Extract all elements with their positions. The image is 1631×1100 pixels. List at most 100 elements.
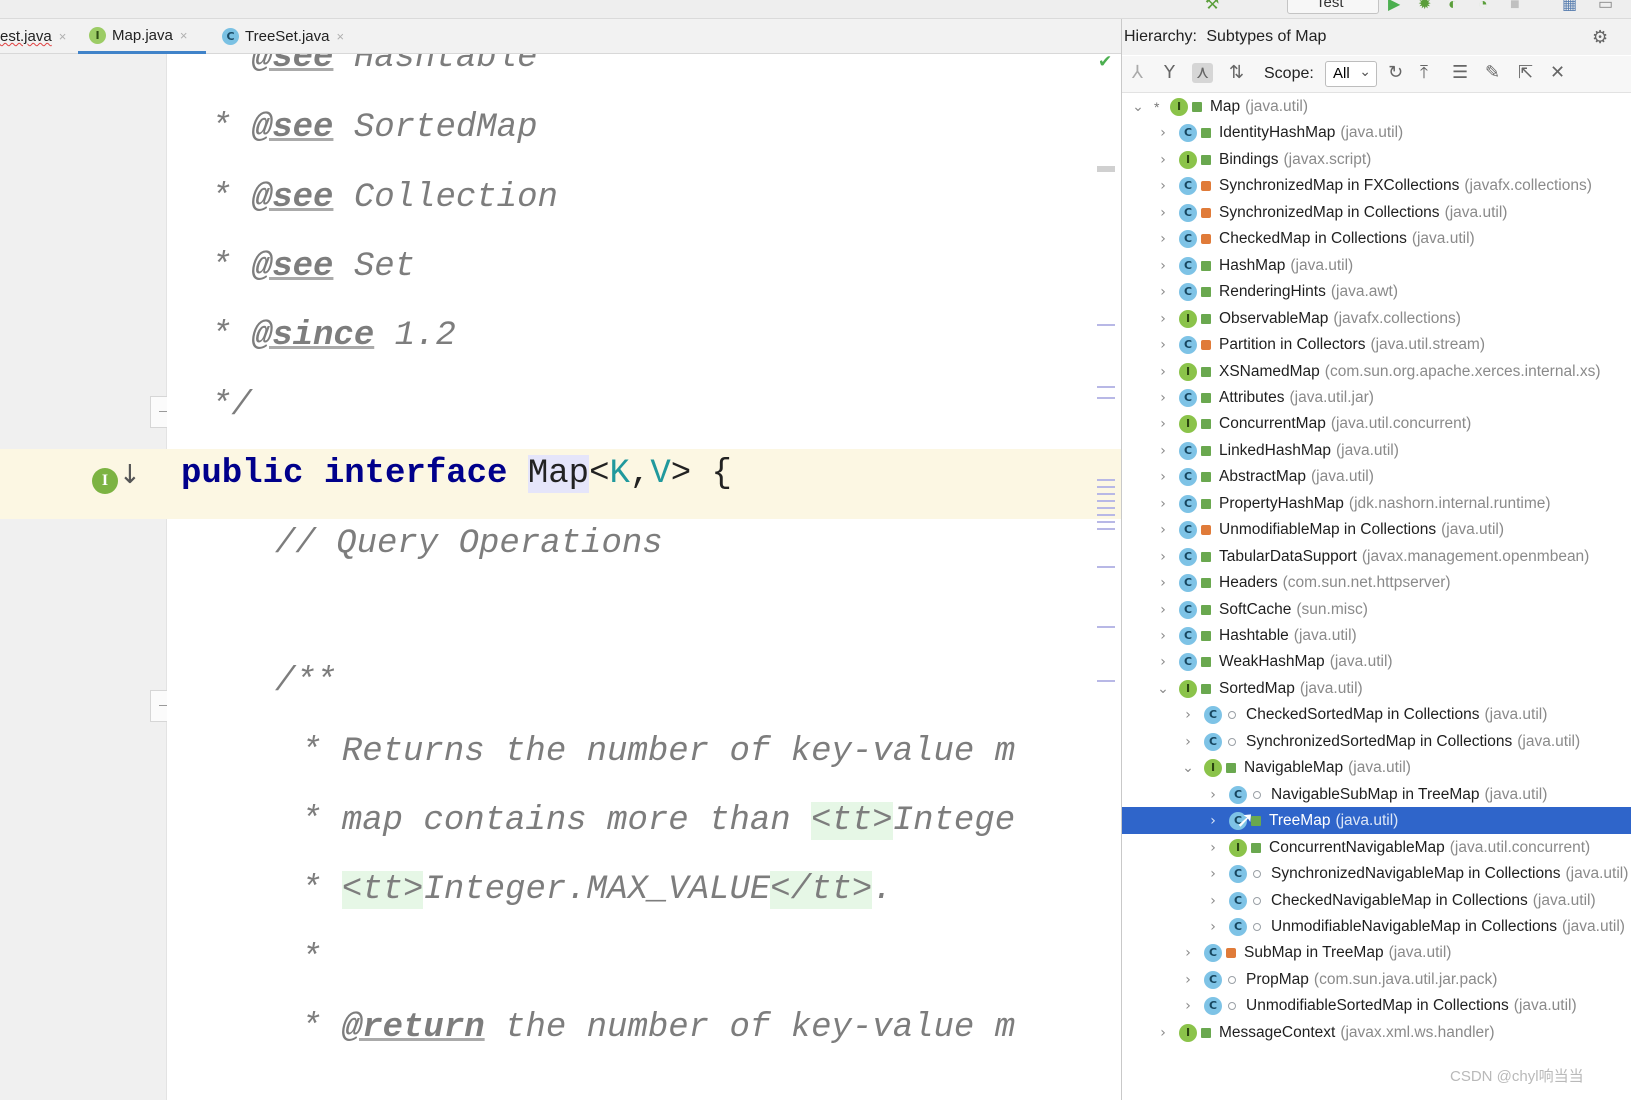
expand-arrow-icon[interactable]: › <box>1180 998 1196 1014</box>
tab-close-icon[interactable]: × <box>337 29 345 44</box>
expand-arrow-icon[interactable]: › <box>1155 231 1171 247</box>
error-stripe-mark[interactable] <box>1097 493 1115 495</box>
expand-arrow-icon[interactable]: › <box>1155 284 1171 300</box>
tab-map-java[interactable]: I Map.java × <box>78 19 206 54</box>
build-hammer-icon[interactable]: ⚒ <box>1205 0 1219 14</box>
expand-arrow-icon[interactable]: › <box>1180 945 1196 961</box>
subtypes-icon[interactable]: ⋏ <box>1192 63 1214 83</box>
scope-select[interactable]: All <box>1325 59 1377 87</box>
tree-row[interactable]: › C CheckedMap in Collections (java.util) <box>1122 225 1631 252</box>
tree-row[interactable]: › C CheckedNavigableMap in Collections (jav… <box>1122 887 1631 914</box>
supertypes-icon[interactable]: Y <box>1164 63 1175 83</box>
tree-row[interactable]: › C SynchronizedMap in FXCollections (javaf… <box>1122 172 1631 199</box>
tree-row[interactable]: › C Partition in Collectors (java.util.stre… <box>1122 331 1631 358</box>
sort-alphabetically-icon[interactable]: ⇅ <box>1229 63 1244 83</box>
expand-arrow-icon[interactable]: › <box>1155 152 1171 168</box>
error-stripe-mark[interactable] <box>1097 479 1115 481</box>
expand-arrow-icon[interactable]: › <box>1155 1025 1171 1041</box>
scroll-thumb[interactable] <box>1097 166 1115 172</box>
error-stripe-mark[interactable] <box>1097 680 1115 682</box>
tree-row[interactable]: › C AbstractMap (java.util) <box>1122 463 1631 490</box>
tree-row[interactable]: › C TabularDataSupport (javax.management.op… <box>1122 543 1631 570</box>
error-stripe-mark[interactable] <box>1097 528 1115 530</box>
tree-row[interactable]: › I ConcurrentNavigableMap (java.util.concu… <box>1122 834 1631 861</box>
expand-arrow-icon[interactable]: › <box>1155 337 1171 353</box>
expand-arrow-icon[interactable]: › <box>1155 364 1171 380</box>
error-stripe-mark[interactable] <box>1097 486 1115 488</box>
error-stripe-mark[interactable] <box>1097 397 1115 399</box>
expand-arrow-icon[interactable]: › <box>1155 469 1171 485</box>
error-stripe-mark[interactable] <box>1097 324 1115 326</box>
tree-row[interactable]: › C PropertyHashMap (jdk.nashorn.internal.r… <box>1122 490 1631 517</box>
code-editor[interactable]: * @see Hashtable * @see SortedMap * @see… <box>167 54 1121 1100</box>
open-in-window-icon[interactable]: ⇱ <box>1518 63 1533 83</box>
tree-row[interactable]: › C UnmodifiableSortedMap in Collections (j… <box>1122 992 1631 1019</box>
run-icon[interactable]: ▶ <box>1388 0 1400 14</box>
collapse-arrow-icon[interactable]: ⌄ <box>1180 760 1196 776</box>
expand-arrow-icon[interactable]: › <box>1205 787 1221 803</box>
expand-arrow-icon[interactable]: › <box>1155 628 1171 644</box>
coverage-icon[interactable]: ◐ <box>1448 0 1458 14</box>
expand-arrow-icon[interactable]: › <box>1155 575 1171 591</box>
collapse-all-icon[interactable]: ☰ <box>1452 63 1468 83</box>
expand-arrow-icon[interactable]: › <box>1205 813 1221 829</box>
tree-row[interactable]: › C UnmodifiableMap in Collections (java.ut… <box>1122 516 1631 543</box>
tree-row[interactable]: › C Headers (com.sun.net.httpserver) <box>1122 569 1631 596</box>
expand-arrow-icon[interactable]: › <box>1205 840 1221 856</box>
tab-close-icon[interactable]: × <box>59 29 67 44</box>
expand-arrow-icon[interactable]: › <box>1205 866 1221 882</box>
tree-row[interactable]: › I Bindings (javax.script) <box>1122 146 1631 173</box>
project-structure-icon[interactable]: ▦ <box>1562 0 1577 14</box>
expand-arrow-icon[interactable]: › <box>1180 972 1196 988</box>
layout-icon[interactable]: ▭ <box>1598 0 1613 14</box>
tree-row[interactable]: › C SynchronizedNavigableMap in Collection… <box>1122 860 1631 887</box>
tree-row[interactable]: › C Hashtable (java.util) <box>1122 622 1631 649</box>
expand-arrow-icon[interactable]: › <box>1155 522 1171 538</box>
tree-row[interactable]: › C SynchronizedMap in Collections (java.ut… <box>1122 199 1631 226</box>
tree-row[interactable]: › C CheckedSortedMap in Collections (java.u… <box>1122 701 1631 728</box>
tree-row[interactable]: › C HashMap (java.util) <box>1122 252 1631 279</box>
tree-row[interactable]: › I ConcurrentMap (java.util.concurrent) <box>1122 410 1631 437</box>
error-stripe-mark[interactable] <box>1097 386 1115 388</box>
run-config-select[interactable]: Test <box>1287 0 1379 14</box>
tree-row[interactable]: › C TreeMap (java.util) <box>1122 807 1631 834</box>
error-stripe-mark[interactable] <box>1097 521 1115 523</box>
expand-arrow-icon[interactable]: › <box>1155 311 1171 327</box>
expand-arrow-icon[interactable]: › <box>1180 734 1196 750</box>
tree-row[interactable]: › C SoftCache (sun.misc) <box>1122 596 1631 623</box>
tree-row[interactable]: › C SynchronizedSortedMap in Collections (j… <box>1122 728 1631 755</box>
tree-row[interactable]: ⌄ * I Map (java.util) <box>1122 93 1631 120</box>
tab-close-icon[interactable]: × <box>180 28 188 43</box>
tree-row[interactable]: ⌄ I SortedMap (java.util) <box>1122 675 1631 702</box>
tree-row[interactable]: › C WeakHashMap (java.util) <box>1122 648 1631 675</box>
expand-arrow-icon[interactable]: › <box>1155 549 1171 565</box>
refresh-icon[interactable]: ↻ <box>1388 63 1403 83</box>
expand-arrow-icon[interactable]: › <box>1155 258 1171 274</box>
tree-row[interactable]: › C UnmodifiableNavigableMap in Collection… <box>1122 913 1631 940</box>
tab-treeset-java[interactable]: C TreeSet.java × <box>214 19 364 54</box>
tree-row[interactable]: ⌄ I NavigableMap (java.util) <box>1122 754 1631 781</box>
error-stripe-mark[interactable] <box>1097 626 1115 628</box>
tree-row[interactable]: › C NavigableSubMap in TreeMap (java.util) <box>1122 781 1631 808</box>
expand-arrow-icon[interactable]: › <box>1155 443 1171 459</box>
expand-arrow-icon[interactable]: › <box>1155 390 1171 406</box>
tree-row[interactable]: › I MessageContext (javax.xml.ws.handler) <box>1122 1019 1631 1046</box>
tab-test-java[interactable]: est.java × <box>0 19 74 54</box>
error-stripe-mark[interactable] <box>1097 507 1115 509</box>
expand-arrow-icon[interactable]: › <box>1155 178 1171 194</box>
error-stripe-mark[interactable] <box>1097 514 1115 516</box>
expand-arrow-icon[interactable]: › <box>1155 654 1171 670</box>
tree-row[interactable]: › C SubMap in TreeMap (java.util) <box>1122 939 1631 966</box>
error-stripe-mark[interactable] <box>1097 566 1115 568</box>
tree-row[interactable]: › I ObservableMap (javafx.collections) <box>1122 305 1631 332</box>
collapse-arrow-icon[interactable]: ⌄ <box>1130 99 1146 115</box>
error-stripe-mark[interactable] <box>1097 500 1115 502</box>
gear-icon[interactable]: ⚙ <box>1592 19 1608 55</box>
debug-icon[interactable]: ✹ <box>1418 0 1431 14</box>
tree-row[interactable]: › I XSNamedMap (com.sun.org.apache.xerces.i… <box>1122 358 1631 385</box>
expand-arrow-icon[interactable]: › <box>1205 893 1221 909</box>
tree-row[interactable]: › C LinkedHashMap (java.util) <box>1122 437 1631 464</box>
tree-row[interactable]: › C PropMap (com.sun.java.util.jar.pack) <box>1122 966 1631 993</box>
implemented-interface-icon[interactable]: I <box>92 468 118 494</box>
expand-arrow-icon[interactable]: › <box>1155 205 1171 221</box>
